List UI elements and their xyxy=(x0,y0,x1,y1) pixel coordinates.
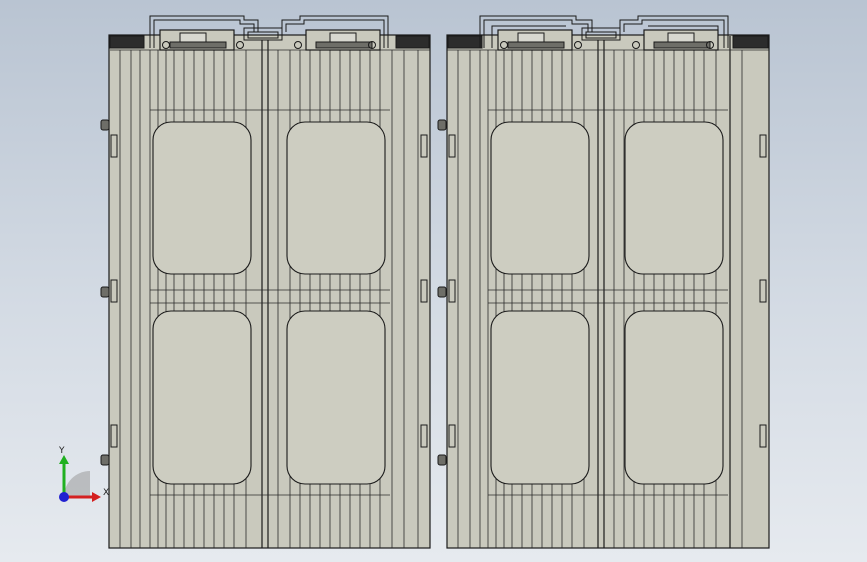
module-right[interactable] xyxy=(437,15,770,549)
terminal-nut xyxy=(179,32,207,43)
cad-viewport[interactable]: Y X xyxy=(0,0,867,562)
cell-pad xyxy=(152,121,252,275)
cell-pad xyxy=(490,121,590,275)
x-axis-arrowhead xyxy=(92,492,101,502)
z-axis-dot xyxy=(59,492,69,502)
module-left[interactable] xyxy=(100,15,431,549)
terminal-nut xyxy=(517,32,545,43)
x-axis-label: X xyxy=(103,488,109,498)
cell-pad xyxy=(286,121,386,275)
y-axis-label: Y xyxy=(58,446,65,456)
cell-pad xyxy=(624,121,724,275)
module-right-corner-cap-right xyxy=(732,35,769,49)
module-right-corner-cap-left xyxy=(447,35,483,49)
mount-stud xyxy=(437,286,447,298)
axis-triad[interactable]: Y X xyxy=(58,446,109,502)
terminal-nut xyxy=(667,32,695,43)
triad-plane xyxy=(64,471,90,497)
mount-stud xyxy=(437,119,447,131)
mount-stud xyxy=(437,454,447,466)
terminal-nut xyxy=(329,32,357,43)
mount-stud xyxy=(100,119,110,131)
mount-stud xyxy=(100,286,110,298)
cell-pad xyxy=(490,310,590,485)
y-axis-arrowhead xyxy=(59,455,69,464)
cell-pad xyxy=(152,310,252,485)
module-left-corner-cap-left xyxy=(109,35,145,49)
module-left-corner-cap-right xyxy=(395,35,430,49)
cell-pad xyxy=(286,310,386,485)
cell-pad xyxy=(624,310,724,485)
mount-stud xyxy=(100,454,110,466)
drawing-canvas: Y X xyxy=(58,15,770,549)
